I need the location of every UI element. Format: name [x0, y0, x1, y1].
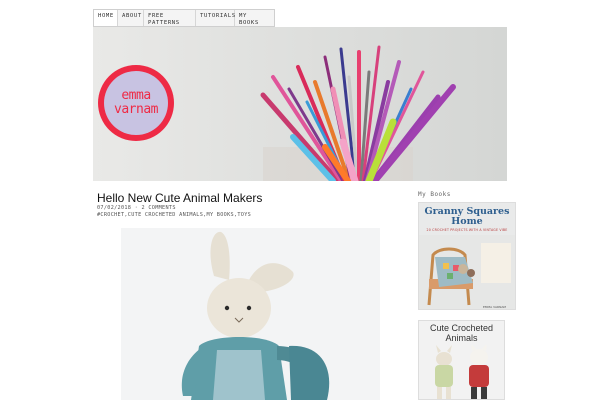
book-granny-squares-home[interactable]: Granny Squares Home 20 CROCHET PROJECTS … — [418, 202, 516, 310]
nav-my-books[interactable]: MY BOOKS — [235, 10, 274, 26]
book2-title: Cute Crocheted Animals — [419, 323, 504, 343]
nav-tutorials[interactable]: TUTORIALS — [196, 10, 235, 26]
book2-title-line2: Animals — [445, 333, 478, 343]
post-title[interactable]: Hello New Cute Animal Makers — [97, 191, 262, 205]
crocheted-bunny-image — [121, 228, 380, 400]
book2-cover-image — [419, 345, 504, 399]
book1-author: EMMA VARNAM — [483, 305, 506, 309]
post-comments-link[interactable]: 2 COMMENTS — [142, 205, 176, 211]
post-date: 07/02/2018 — [97, 205, 132, 211]
post-image — [121, 228, 380, 400]
main-nav: HOME ABOUT FREE PATTERNS TUTORIALS MY BO… — [93, 9, 275, 27]
post-meta: 07/02/2018 · 2 COMMENTS — [97, 205, 176, 211]
book2-title-line1: Cute Crocheted — [429, 323, 494, 333]
site-logo[interactable]: emma varnam — [98, 65, 174, 141]
nav-about[interactable]: ABOUT — [118, 10, 144, 26]
book1-subtitle: 20 CROCHET PROJECTS WITH A VINTAGE VIBE — [426, 228, 508, 232]
logo-text-line2: varnam — [114, 102, 158, 117]
book1-title: Granny Squares Home — [419, 207, 515, 227]
logo-text-line1: emma — [121, 88, 151, 103]
nav-free-patterns[interactable]: FREE PATTERNS — [144, 10, 196, 26]
book1-title-line2: Home — [451, 216, 483, 227]
header-banner[interactable]: emma varnam — [93, 27, 507, 181]
book-cute-crocheted-animals[interactable]: Cute Crocheted Animals — [418, 320, 505, 400]
book1-cover-image: EMMA VARNAM — [419, 235, 515, 309]
nav-home[interactable]: HOME — [94, 10, 118, 26]
post-tags[interactable]: #CROCHET,CUTE CROCHETED ANIMALS,MY BOOKS… — [97, 212, 251, 218]
sidebar-heading: My Books — [418, 191, 451, 198]
